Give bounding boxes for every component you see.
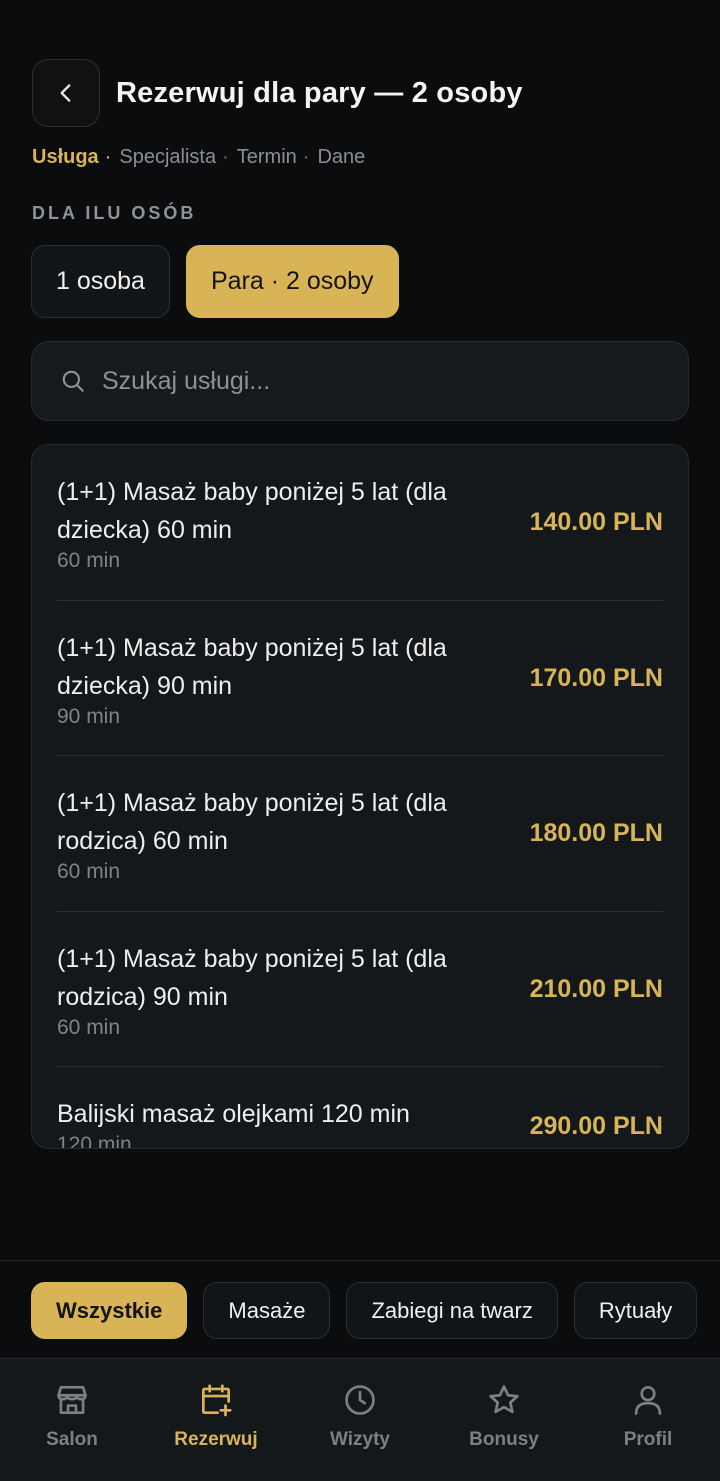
step-separator: ·	[104, 146, 112, 168]
one-person-button[interactable]: 1 osoba	[31, 245, 170, 318]
tab-label: Rezerwuj	[174, 1429, 258, 1450]
calendar-plus-icon	[201, 1384, 232, 1417]
step-details: Dane	[317, 146, 366, 168]
clock-icon	[345, 1385, 375, 1415]
search-icon	[62, 370, 84, 392]
chevron-left-icon	[60, 84, 71, 102]
tab-bonuses[interactable]: Bonusy	[432, 1359, 576, 1481]
step-specialist: Specjalista	[119, 146, 217, 168]
service-duration: 60 min	[57, 860, 121, 883]
service-name: (1+1) Masaż baby poniżej 5 lat (dla dzie…	[57, 478, 447, 544]
service-item[interactable]: (1+1) Masaż baby poniżej 5 lat (dla rodz…	[57, 756, 663, 912]
service-name: (1+1) Masaż baby poniżej 5 lat (dla rodz…	[57, 944, 447, 1011]
user-icon	[634, 1385, 662, 1415]
category-bar[interactable]: Wszystkie Masaże Zabiegi na twarz Rytuał…	[0, 1260, 720, 1358]
bottom-tab-bar: Salon Rezerwuj Wizyty Bonusy Profil	[0, 1358, 720, 1481]
store-icon	[57, 1385, 87, 1415]
step-date: Termin	[236, 146, 297, 168]
service-name: (1+1) Masaż baby poniżej 5 lat (dla dzie…	[57, 633, 447, 700]
service-duration: 60 min	[57, 1015, 121, 1039]
tab-book[interactable]: Rezerwuj	[144, 1359, 288, 1481]
category-chip-massages[interactable]: Masaże	[203, 1282, 331, 1339]
service-list: (1+1) Masaż baby poniżej 5 lat (dla dzie…	[31, 444, 689, 1149]
step-separator: ·	[222, 146, 229, 168]
category-chip-facial[interactable]: Zabiegi na twarz	[346, 1282, 558, 1339]
category-chip-rituals[interactable]: Rytuały	[573, 1282, 698, 1339]
persons-section-label: DLA ILU OSÓB	[32, 203, 197, 223]
service-item[interactable]: Balijski masaż olejkami 120 min 120 min …	[57, 1067, 663, 1149]
service-name: (1+1) Masaż baby poniżej 5 lat (dla rodz…	[57, 789, 447, 855]
tab-visits[interactable]: Wizyty	[288, 1359, 432, 1481]
service-price: 170.00 PLN	[529, 663, 663, 692]
tab-salon[interactable]: Salon	[0, 1359, 144, 1481]
service-duration: 120 min	[57, 1133, 132, 1149]
service-name: Balijski masaż olejkami 120 min	[57, 1100, 410, 1128]
back-button[interactable]	[32, 59, 100, 127]
booking-steps: Usługa · Specjalista · Termin · Dane	[32, 146, 365, 169]
step-service: Usługa	[32, 146, 99, 168]
service-item[interactable]: (1+1) Masaż baby poniżej 5 lat (dla dzie…	[57, 601, 663, 756]
tab-label: Salon	[46, 1429, 98, 1450]
tab-label: Wizyty	[329, 1429, 390, 1450]
service-price: 180.00 PLN	[529, 819, 663, 847]
star-icon	[489, 1385, 519, 1414]
tab-label: Bonusy	[469, 1429, 539, 1450]
service-item[interactable]: (1+1) Masaż baby poniżej 5 lat (dla rodz…	[57, 912, 663, 1067]
search-input[interactable]	[102, 366, 622, 396]
service-duration: 90 min	[57, 704, 121, 728]
service-price: 210.00 PLN	[529, 974, 663, 1003]
page-title: Rezerwuj dla pary — 2 osoby	[116, 76, 523, 109]
category-chip-all[interactable]: Wszystkie	[31, 1282, 188, 1339]
page-header: Rezerwuj dla pary — 2 osoby	[32, 59, 688, 127]
service-duration: 60 min	[57, 549, 121, 572]
tab-label: Profil	[623, 1429, 673, 1450]
search-bar[interactable]	[31, 341, 689, 421]
service-item[interactable]: (1+1) Masaż baby poniżej 5 lat (dla dzie…	[57, 445, 663, 601]
persons-selector: 1 osoba Para · 2 osoby	[31, 245, 399, 318]
service-price: 140.00 PLN	[529, 508, 663, 536]
step-separator: ·	[302, 146, 310, 168]
tab-profile[interactable]: Profil	[576, 1359, 720, 1481]
couple-button[interactable]: Para · 2 osoby	[185, 245, 399, 318]
service-price: 290.00 PLN	[529, 1112, 663, 1140]
